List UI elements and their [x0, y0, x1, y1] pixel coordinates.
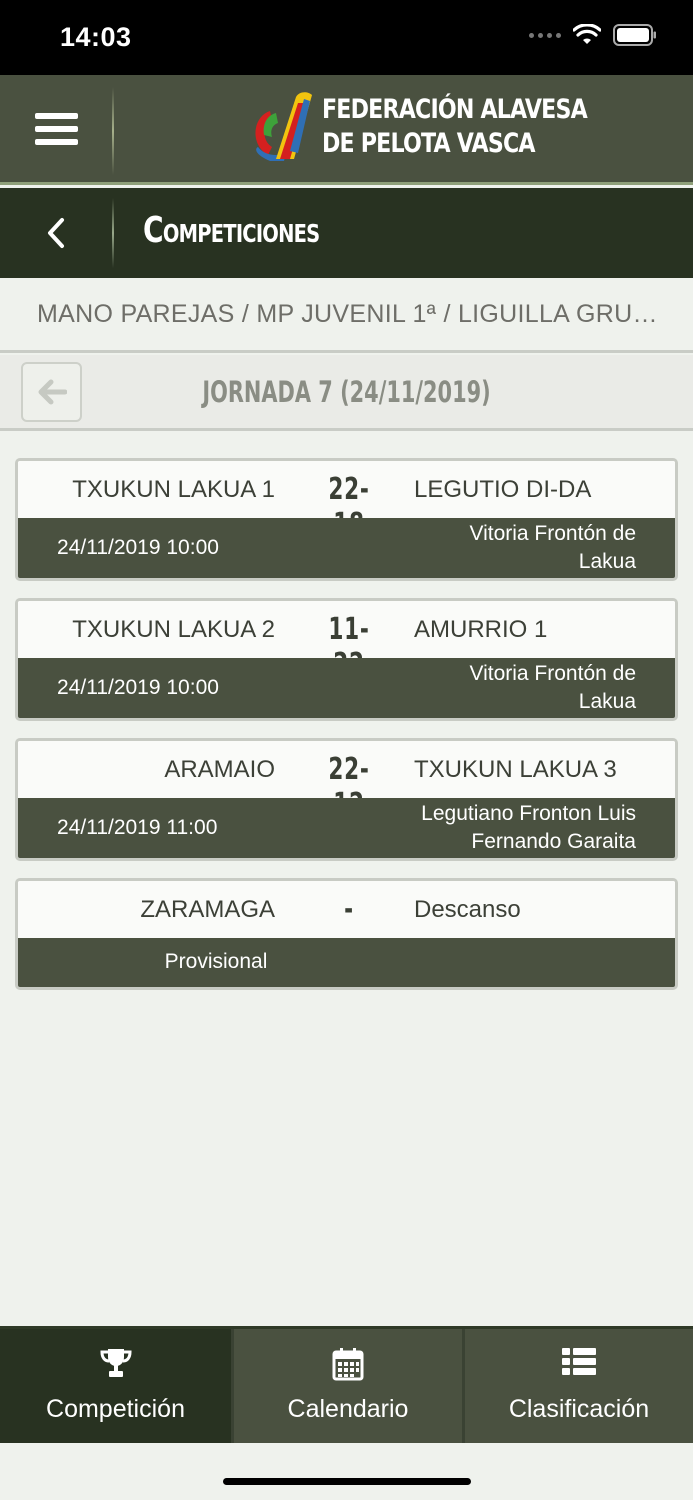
back-button[interactable] [0, 188, 112, 278]
page-title: Competiciones [143, 210, 320, 251]
match-details: 24/11/2019 10:00 Vitoria Frontón de Laku… [18, 658, 675, 718]
match-teams: ARAMAIO 22-12 TXUKUN LAKUA 3 [18, 741, 675, 822]
match-venue: Vitoria Frontón de Lakua [366, 660, 636, 716]
match-venue: Vitoria Frontón de Lakua [366, 520, 636, 576]
venue-line-2: Fernando Garaita [471, 830, 636, 853]
federation-logo [255, 92, 312, 161]
wifi-icon [573, 24, 601, 44]
trophy-icon [99, 1349, 132, 1377]
cellular-signal-icon [529, 32, 561, 38]
previous-jornada-button[interactable] [21, 362, 82, 422]
home-team: ARAMAIO [164, 756, 275, 783]
match-card[interactable]: ZARAMAGA - Descanso Provisional [15, 878, 678, 990]
tab-competicion[interactable]: Competición [0, 1329, 231, 1443]
venue-line-2: Lakua [578, 550, 636, 573]
hamburger-icon [35, 106, 78, 152]
brand-line-2: DE PELOTA VASCA [322, 128, 536, 159]
match-list: TXUKUN LAKUA 1 22-18 LEGUTIO DI-DA 24/11… [15, 458, 678, 1007]
home-team: TXUKUN LAKUA 1 [72, 476, 275, 503]
tab-bar: Competición Calendario Clasificación [0, 1326, 693, 1443]
match-venue: Legutiano Fronton Luis Fernando Garaita [366, 800, 636, 856]
away-team: LEGUTIO DI-DA [414, 476, 592, 503]
home-team: TXUKUN LAKUA 2 [72, 616, 275, 643]
match-teams: TXUKUN LAKUA 1 22-18 LEGUTIO DI-DA [18, 461, 675, 542]
match-teams: ZARAMAGA - Descanso [18, 881, 675, 938]
status-icons [529, 24, 657, 46]
section-divider [112, 198, 114, 268]
breadcrumb-bar: MANO PAREJAS / MP JUVENIL 1ª / LIGUILLA … [0, 278, 693, 353]
battery-icon [613, 24, 656, 46]
match-score: - [344, 892, 354, 927]
jornada-bar: JORNADA 7 (24/11/2019) [0, 355, 693, 431]
match-details: 24/11/2019 11:00 Legutiano Fronton Luis … [18, 798, 675, 858]
venue-line-1: Vitoria Frontón de [469, 662, 636, 685]
venue-line-2: Lakua [578, 690, 636, 713]
match-status: Provisional [164, 950, 268, 973]
tab-clasificacion[interactable]: Clasificación [462, 1329, 693, 1443]
section-header: Competiciones [0, 188, 693, 278]
tab-calendario[interactable]: Calendario [231, 1329, 462, 1443]
match-card[interactable]: ARAMAIO 22-12 TXUKUN LAKUA 3 24/11/2019 … [15, 738, 678, 861]
venue-line-1: Legutiano Fronton Luis [421, 802, 636, 825]
match-card[interactable]: TXUKUN LAKUA 2 11-22 AMURRIO 1 24/11/201… [15, 598, 678, 721]
list-icon [562, 1348, 596, 1375]
header-divider [112, 87, 114, 175]
arrow-left-icon [38, 379, 67, 405]
calendar-icon [332, 1348, 364, 1381]
match-details: Provisional [18, 938, 675, 987]
tab-label: Competición [46, 1395, 185, 1423]
match-date: 24/11/2019 10:00 [57, 536, 219, 559]
match-date: 24/11/2019 11:00 [57, 816, 218, 839]
match-details: 24/11/2019 10:00 Vitoria Frontón de Laku… [18, 518, 675, 578]
match-card[interactable]: TXUKUN LAKUA 1 22-18 LEGUTIO DI-DA 24/11… [15, 458, 678, 581]
tab-label: Calendario [287, 1395, 409, 1423]
venue-line-1: Vitoria Frontón de [469, 522, 636, 545]
home-team: ZARAMAGA [140, 896, 275, 923]
app-header: FEDERACIÓN ALAVESA DE PELOTA VASCA [0, 75, 693, 185]
menu-button[interactable] [0, 75, 113, 182]
jornada-title: JORNADA 7 (24/11/2019) [202, 375, 491, 409]
brand-line-1: FEDERACIÓN ALAVESA [322, 94, 588, 125]
brand-name: FEDERACIÓN ALAVESA DE PELOTA VASCA [322, 93, 588, 161]
tab-label: Clasificación [508, 1395, 650, 1423]
match-teams: TXUKUN LAKUA 2 11-22 AMURRIO 1 [18, 601, 675, 682]
chevron-left-icon [48, 218, 64, 248]
status-bar: 14:03 [0, 0, 693, 75]
status-time: 14:03 [60, 22, 132, 52]
match-date: 24/11/2019 10:00 [57, 676, 219, 699]
home-indicator[interactable] [223, 1478, 471, 1485]
away-team: AMURRIO 1 [414, 616, 548, 643]
away-team: Descanso [414, 896, 521, 923]
breadcrumb: MANO PAREJAS / MP JUVENIL 1ª / LIGUILLA … [37, 300, 662, 328]
away-team: TXUKUN LAKUA 3 [414, 756, 617, 783]
